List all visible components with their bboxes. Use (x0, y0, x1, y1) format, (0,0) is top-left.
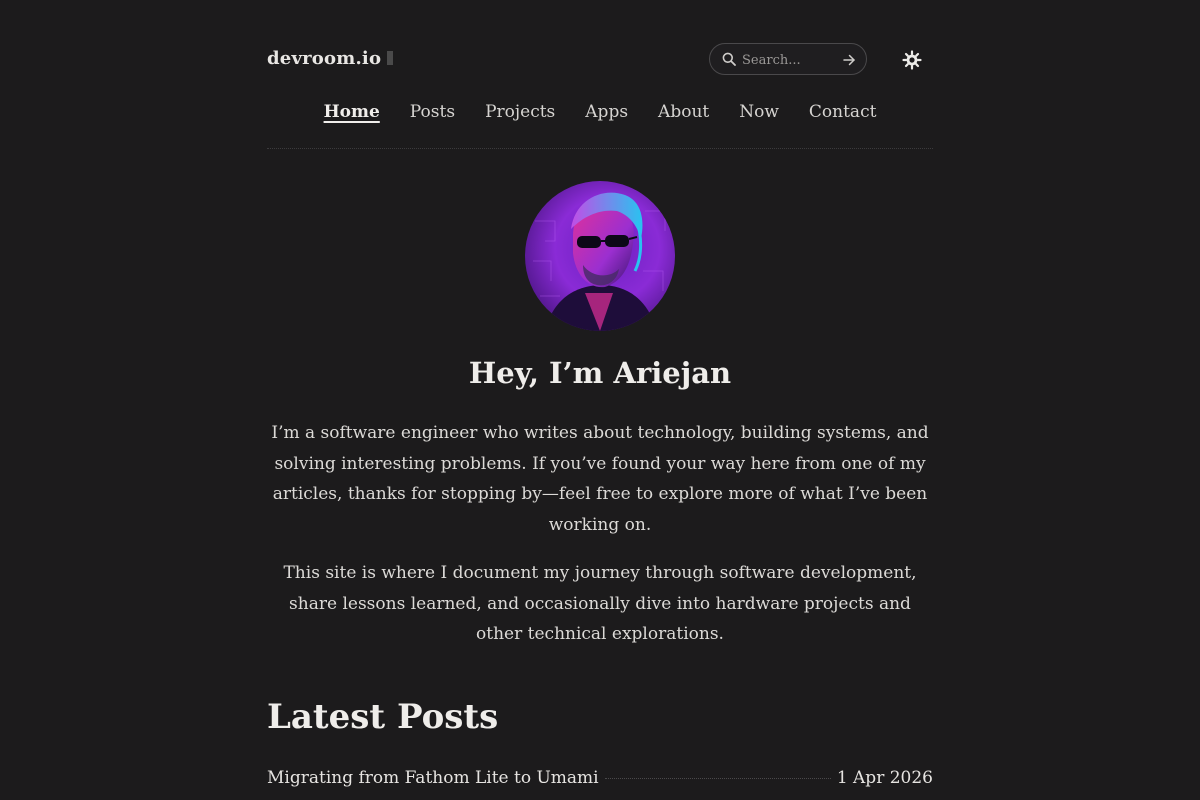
post-leader-dots (604, 778, 831, 779)
list-item[interactable]: Migrating from Fathom Lite to Umami 1 Ap… (267, 768, 933, 794)
nav-item-posts[interactable]: Posts (410, 102, 455, 122)
search-input[interactable] (742, 50, 838, 70)
avatar (525, 181, 675, 331)
hero-title: Hey, I’m Ariejan (468, 356, 732, 390)
latest-posts-title: Latest Posts (267, 697, 499, 737)
search-icon (722, 52, 736, 66)
site: devroom.io Search... Home Posts Projects… (267, 0, 933, 800)
sun-icon[interactable] (902, 50, 922, 70)
header: devroom.io (267, 43, 933, 77)
site-logo[interactable]: devroom.io (267, 48, 394, 69)
search-box[interactable] (709, 43, 867, 75)
nav-item-now[interactable]: Now (739, 102, 779, 122)
intro-paragraph-1: I’m a software engineer who writes about… (271, 423, 929, 535)
intro-paragraph-2: This site is where I document my journey… (283, 563, 917, 644)
nav-item-projects[interactable]: Projects (485, 102, 555, 122)
post-title-link[interactable]: Migrating from Fathom Lite to Umami (267, 768, 599, 788)
header-divider (267, 148, 933, 149)
nav-item-about[interactable]: About (658, 102, 709, 122)
cursor-block (387, 51, 394, 65)
nav-item-home[interactable]: Home (324, 102, 380, 122)
arrow-right-icon[interactable] (842, 53, 856, 67)
site-title[interactable]: devroom.io (267, 48, 381, 69)
nav-item-contact[interactable]: Contact (809, 102, 877, 122)
post-date: 1 Apr 2026 (836, 768, 933, 788)
nav-item-apps[interactable]: Apps (585, 102, 628, 122)
main-nav: Home Posts Projects Apps About Now Contact (267, 102, 933, 122)
